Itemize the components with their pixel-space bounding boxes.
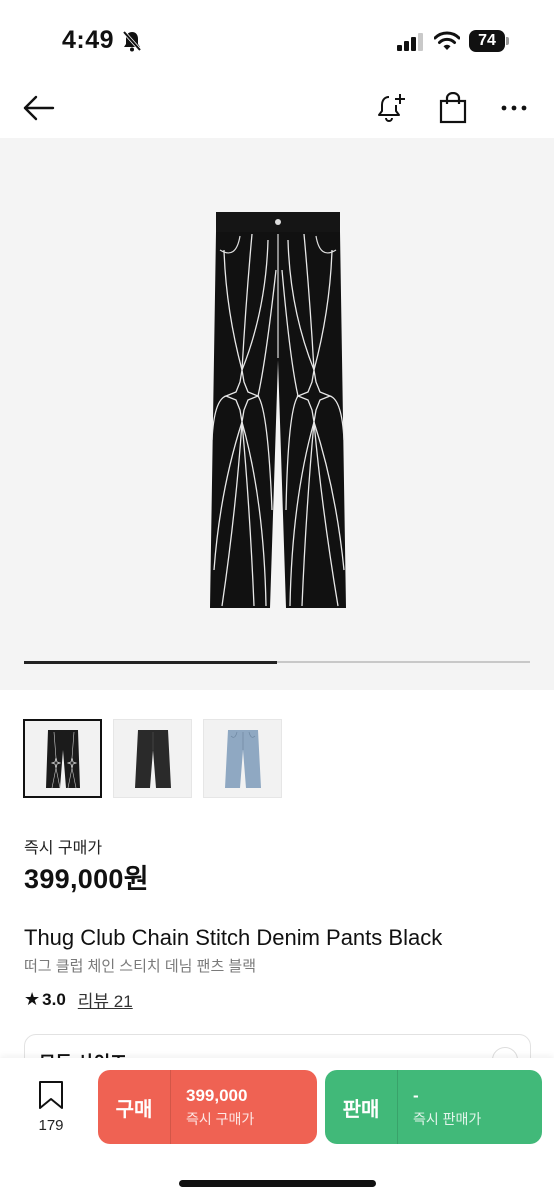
star-icon: ★ xyxy=(24,989,41,1009)
wifi-icon xyxy=(434,31,460,50)
battery-level: 74 xyxy=(469,30,505,52)
status-time: 4:49 xyxy=(62,26,115,54)
bell-off-icon xyxy=(122,30,142,52)
buy-button[interactable]: 구매 399,000 즉시 구매가 xyxy=(98,1070,317,1144)
back-arrow-icon xyxy=(23,95,55,121)
thumbnail-image xyxy=(45,729,80,788)
bell-plus-icon xyxy=(378,94,405,122)
top-nav xyxy=(0,80,554,136)
more-icon xyxy=(501,105,527,111)
thumbnail-2[interactable] xyxy=(113,719,192,798)
buy-button-subtext: 즉시 구매가 xyxy=(186,1111,255,1127)
more-button[interactable] xyxy=(494,88,534,128)
thumbnail-image xyxy=(224,729,261,788)
sell-button-label: 판매 xyxy=(325,1070,398,1144)
thumbnail-3[interactable] xyxy=(203,719,282,798)
bottom-action-bar: 179 구매 399,000 즉시 구매가 판매 - 즉시 판매가 xyxy=(0,1058,554,1200)
status-bar: 4:49 74 xyxy=(0,0,554,80)
sell-button[interactable]: 판매 - 즉시 판매가 xyxy=(325,1070,542,1144)
product-title-en: Thug Club Chain Stitch Denim Pants Black xyxy=(24,925,443,950)
shopping-bag-icon xyxy=(439,92,467,124)
thumbnail-image xyxy=(134,729,171,788)
signal-icon xyxy=(397,33,423,51)
bookmark-count: 179 xyxy=(38,1117,64,1134)
back-button[interactable] xyxy=(18,88,58,128)
home-indicator xyxy=(179,1180,376,1187)
shopping-bag-button[interactable] xyxy=(433,88,473,128)
battery-icon: 74 xyxy=(469,30,509,52)
battery-cap xyxy=(506,37,509,45)
bookmark-icon xyxy=(39,1081,63,1109)
rating-row: ★ 3.0 리뷰 21 xyxy=(24,987,133,1012)
rating-score: 3.0 xyxy=(42,989,66,1009)
buy-button-price: 399,000 xyxy=(186,1086,248,1105)
buy-button-label: 구매 xyxy=(98,1070,171,1144)
sell-button-subtext: 즉시 판매가 xyxy=(413,1111,482,1127)
instant-buy-price: 399,000원 xyxy=(24,864,149,894)
product-image xyxy=(210,212,346,608)
instant-buy-price-label: 즉시 구매가 xyxy=(24,840,103,857)
bookmark-button[interactable]: 179 xyxy=(30,1080,72,1140)
alert-subscribe-button[interactable] xyxy=(371,88,411,128)
sell-button-price: - xyxy=(413,1086,419,1105)
gallery-progress-fill xyxy=(24,660,277,664)
thumbnail-1[interactable] xyxy=(23,719,102,798)
product-title-ko: 떠그 클럽 체인 스티치 데님 팬츠 블랙 xyxy=(24,958,257,975)
gallery-progress-track xyxy=(24,660,530,664)
reviews-link[interactable]: 리뷰 21 xyxy=(78,987,133,1012)
product-image-gallery[interactable] xyxy=(0,138,554,690)
